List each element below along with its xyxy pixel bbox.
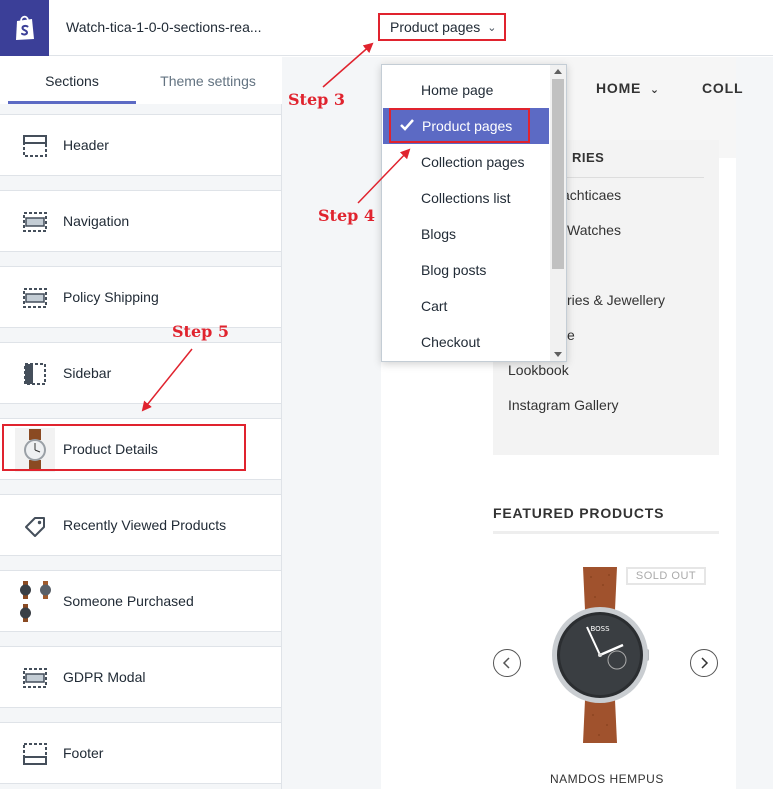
- dropdown-option-collection-pages[interactable]: Collection pages: [382, 144, 550, 180]
- sidebar-tabs: Sections Theme settings: [0, 57, 282, 104]
- section-item-someone-purchased[interactable]: Someone Purchased: [0, 570, 281, 632]
- navigation-layout-icon: [23, 212, 47, 232]
- section-item-gdpr-modal[interactable]: GDPR Modal: [0, 646, 281, 708]
- step4-highlight-box: [389, 108, 530, 143]
- featured-divider: [493, 531, 719, 534]
- carousel-next-button[interactable]: [690, 649, 718, 677]
- editor-topbar: Watch-tica-1-0-0-sections-rea...: [0, 0, 282, 56]
- dropdown-option-checkout[interactable]: Checkout: [382, 324, 550, 360]
- watches-thumbnail: [20, 581, 51, 622]
- dropdown-option-blogs[interactable]: Blogs: [382, 216, 550, 252]
- carousel-prev-button[interactable]: [493, 649, 521, 677]
- section-item-navigation[interactable]: Navigation: [0, 190, 281, 252]
- section-item-footer[interactable]: Footer: [0, 722, 281, 784]
- category-link[interactable]: e: [567, 327, 575, 343]
- section-item-header[interactable]: Header: [0, 114, 281, 176]
- section-label: GDPR Modal: [63, 669, 146, 685]
- scrollbar-thumb[interactable]: [552, 79, 564, 269]
- section-item-recently-viewed[interactable]: Recently Viewed Products: [0, 494, 281, 556]
- dropdown-option-label: Collection pages: [421, 154, 525, 170]
- page-type-select-value: Product pages: [390, 19, 481, 35]
- section-label: Policy Shipping: [63, 289, 159, 305]
- tag-icon: [25, 517, 45, 537]
- store-name: Watch-tica-1-0-0-sections-rea...: [66, 19, 262, 35]
- category-link[interactable]: ries & Jewellery: [567, 292, 665, 308]
- page-type-select[interactable]: Product pages ⌄: [378, 13, 506, 41]
- dropdown-option-cart[interactable]: Cart: [382, 288, 550, 324]
- preview-topbar: [282, 0, 773, 56]
- nav-item-collections-label: COLL: [702, 80, 744, 96]
- category-link[interactable]: achticaes: [562, 187, 621, 203]
- product-watch-image[interactable]: BOSS: [545, 565, 655, 745]
- footer-layout-icon: [23, 743, 47, 765]
- step4-label: Step 4: [318, 206, 376, 225]
- section-label: Footer: [63, 745, 104, 761]
- dropdown-option-label: Cart: [421, 298, 448, 314]
- category-link[interactable]: Instagram Gallery: [508, 397, 618, 413]
- dropdown-option-home-page[interactable]: Home page: [382, 72, 550, 108]
- nav-item-collections[interactable]: COLL: [702, 80, 743, 96]
- modal-layout-icon: [23, 668, 47, 688]
- step5-label: Step 5: [172, 322, 230, 341]
- scroll-up-icon[interactable]: [554, 69, 562, 74]
- dropdown-option-collections-list[interactable]: Collections list: [382, 180, 550, 216]
- dropdown-option-label: Home page: [421, 82, 494, 98]
- sold-out-badge: SOLD OUT: [626, 567, 706, 585]
- nav-item-home-label: HOME: [596, 80, 642, 96]
- chevron-left-icon: [502, 657, 510, 669]
- watch-brand: BOSS: [590, 625, 610, 633]
- tab-theme-settings-label: Theme settings: [160, 72, 256, 89]
- dropdown-scrollbar[interactable]: [550, 65, 566, 361]
- step3-label: Step 3: [288, 90, 346, 109]
- nav-item-home[interactable]: HOME ⌄: [596, 80, 660, 96]
- chevron-right-icon: [701, 657, 709, 669]
- section-label: Navigation: [63, 213, 130, 229]
- header-layout-icon: [23, 135, 47, 157]
- shopify-logo[interactable]: [0, 0, 49, 56]
- shopify-bag-icon: [15, 15, 34, 40]
- section-label: Someone Purchased: [63, 593, 194, 609]
- chevron-down-icon: ⌄: [487, 21, 497, 34]
- scroll-down-icon[interactable]: [554, 352, 562, 357]
- dropdown-option-label: Blogs: [421, 226, 457, 242]
- section-item-sidebar[interactable]: Sidebar: [0, 342, 281, 404]
- dropdown-option-label: Checkout: [421, 334, 481, 350]
- dropdown-option-blog-posts[interactable]: Blog posts: [382, 252, 550, 288]
- featured-products-title: FEATURED PRODUCTS: [493, 505, 665, 521]
- categories-heading: RIES: [572, 150, 605, 165]
- tab-theme-settings[interactable]: Theme settings: [144, 57, 272, 104]
- tab-sections[interactable]: Sections: [8, 57, 136, 104]
- category-link[interactable]: Watches: [567, 222, 621, 238]
- dropdown-option-label: Collections list: [421, 190, 511, 206]
- product-name[interactable]: NAMDOS HEMPUS: [550, 772, 664, 786]
- section-label: Sidebar: [63, 365, 112, 381]
- section-label: Recently Viewed Products: [63, 517, 227, 533]
- category-link[interactable]: Lookbook: [508, 362, 569, 378]
- dropdown-option-label: Blog posts: [421, 262, 487, 278]
- section-item-policy-shipping[interactable]: Policy Shipping: [0, 266, 281, 328]
- tab-sections-label: Sections: [45, 72, 99, 89]
- step5-highlight-box: [2, 424, 246, 471]
- sidebar-layout-icon: [24, 363, 46, 385]
- policy-layout-icon: [23, 288, 47, 308]
- section-label: Header: [63, 137, 109, 153]
- chevron-down-icon: ⌄: [649, 84, 660, 96]
